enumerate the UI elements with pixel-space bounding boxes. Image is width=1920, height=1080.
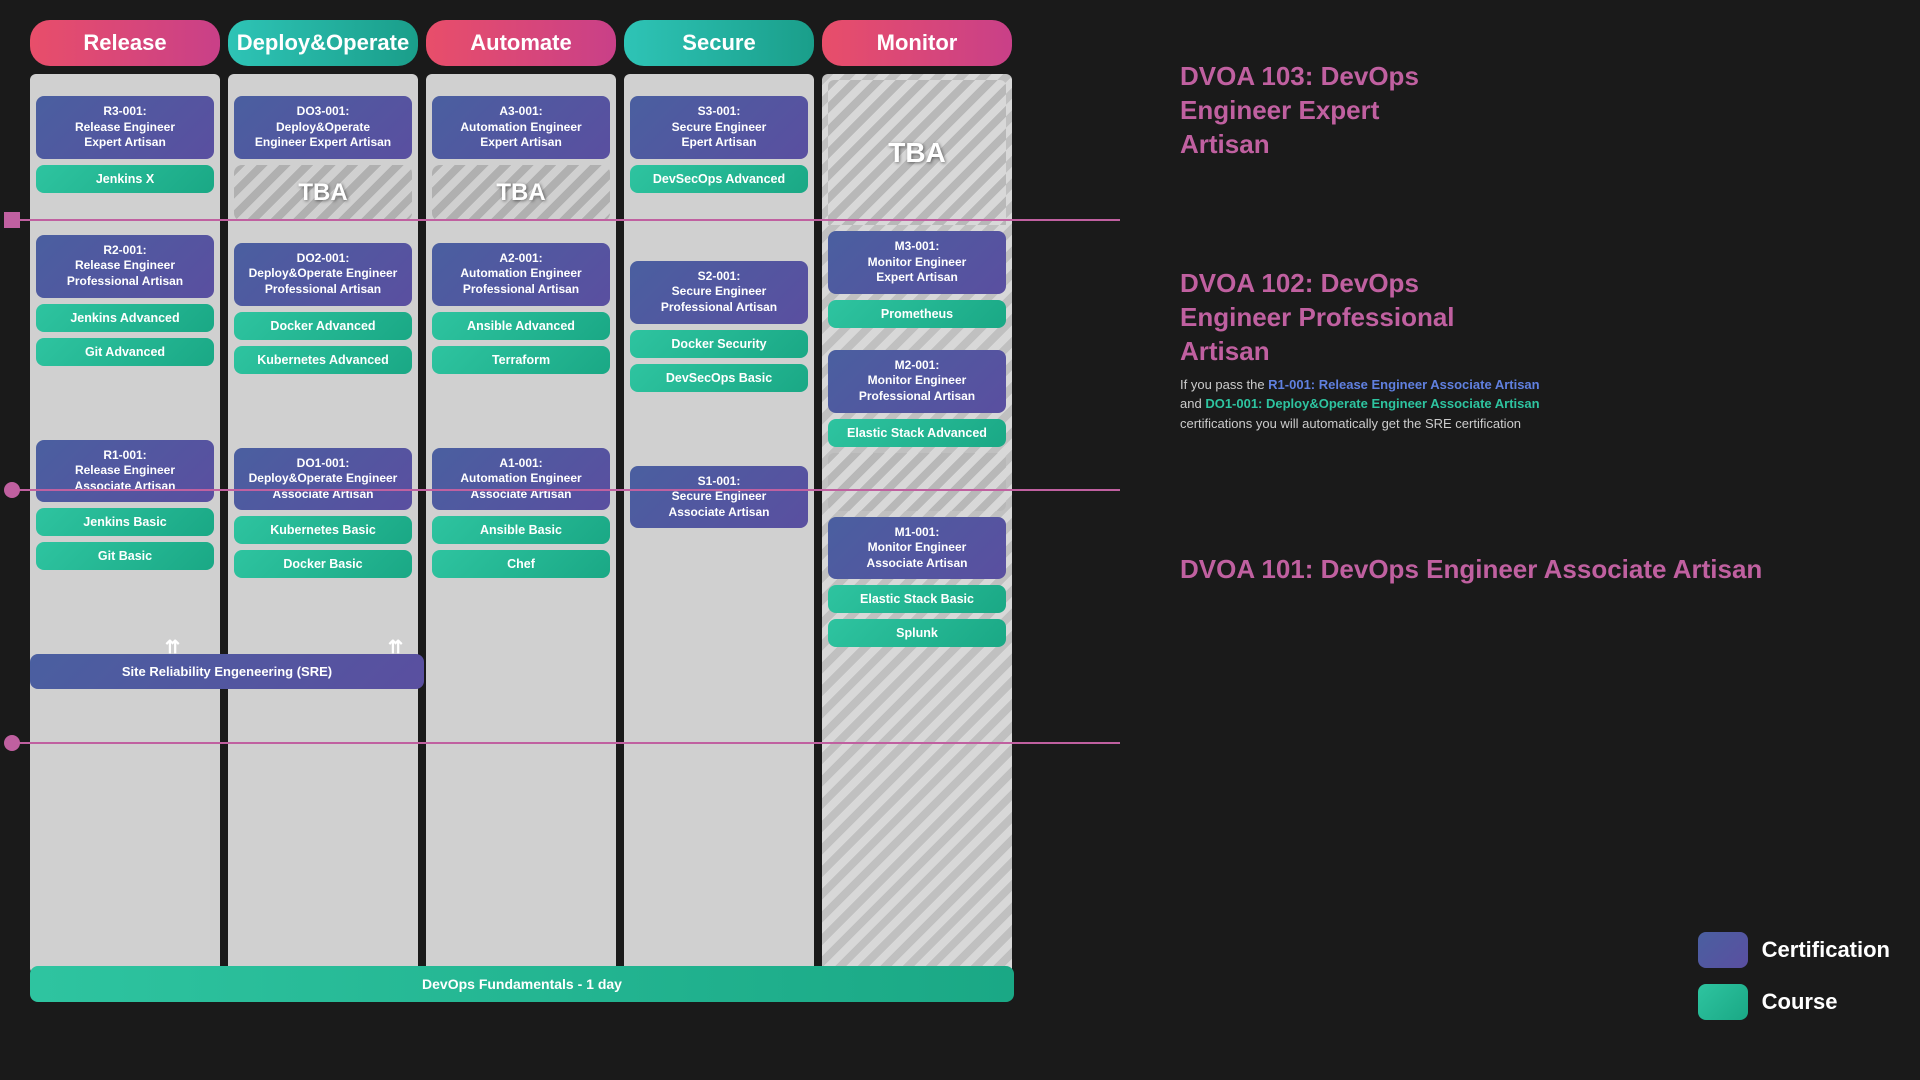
monitor-top-tba: TBA: [828, 80, 1006, 225]
course-devsecops-basic: DevSecOps Basic: [630, 364, 808, 392]
cert-do1: DO1-001: Deploy&Operate Engineer Associa…: [234, 448, 412, 511]
dvoa102-r1-ref: R1-001: Release Engineer Associate Artis…: [1268, 377, 1539, 392]
cert-m1: M1-001: Monitor Engineer Associate Artis…: [828, 517, 1006, 580]
column-automate: A3-001: Automation Engineer Expert Artis…: [426, 74, 616, 974]
main-container: Release Deploy&Operate Automate Secure M…: [0, 0, 1920, 1080]
course-splunk: Splunk: [828, 619, 1006, 647]
cert-r2: R2-001: Release Engineer Professional Ar…: [36, 235, 214, 298]
course-jenkins-advanced: Jenkins Advanced: [36, 304, 214, 332]
cert-a3: A3-001: Automation Engineer Expert Artis…: [432, 96, 610, 159]
course-git-advanced: Git Advanced: [36, 338, 214, 366]
dvoa103-entry: DVOA 103: DevOps Engineer Expert Artisan: [1180, 60, 1890, 167]
dvoa102-desc-prefix: If you pass the: [1180, 377, 1268, 392]
spacer-do3-top: [234, 80, 412, 90]
level3-dot: [4, 212, 20, 228]
cert-m2: M2-001: Monitor Engineer Professional Ar…: [828, 350, 1006, 413]
dvoa101-entry: DVOA 101: DevOps Engineer Associate Arti…: [1180, 553, 1890, 593]
course-docker-security: Docker Security: [630, 330, 808, 358]
dvoa102-desc: If you pass the R1-001: Release Engineer…: [1180, 375, 1560, 434]
course-kubernetes-advanced: Kubernetes Advanced: [234, 346, 412, 374]
cert-do2: DO2-001: Deploy&Operate Engineer Profess…: [234, 243, 412, 306]
level1-line: [12, 742, 1120, 744]
legend: Certification Course: [1698, 932, 1890, 1020]
arrow-up-release: ⇈: [165, 637, 180, 658]
spacer-r1-top: [36, 372, 214, 434]
monitor-mid-striped: [828, 453, 1006, 511]
legend-cert-box: [1698, 932, 1748, 968]
cert-s1: S1-001: Secure Engineer Associate Artisa…: [630, 466, 808, 529]
header-monitor: Monitor: [822, 20, 1012, 66]
dvoa102-suffix: certifications you will automatically ge…: [1180, 416, 1521, 431]
cert-r3: R3-001: Release Engineer Expert Artisan: [36, 96, 214, 159]
sre-box: Site Reliability Engeneering (SRE): [30, 654, 424, 689]
spacer-do2-top: [234, 227, 412, 237]
course-chef: Chef: [432, 550, 610, 578]
spacer-r3-top: [36, 80, 214, 90]
header-secure: Secure: [624, 20, 814, 66]
cert-m3: M3-001: Monitor Engineer Expert Artisan: [828, 231, 1006, 294]
header-release: Release: [30, 20, 220, 66]
legend-cert-label: Certification: [1762, 937, 1890, 963]
course-docker-advanced: Docker Advanced: [234, 312, 412, 340]
dvoa101-title: DVOA 101: DevOps Engineer Associate Arti…: [1180, 553, 1890, 587]
course-elastic-stack-advanced: Elastic Stack Advanced: [828, 419, 1006, 447]
spacer-a2-top: [432, 227, 610, 237]
tba-monitor-top-label: TBA: [888, 137, 946, 169]
level1-dot: [4, 735, 20, 751]
level2-dot: [4, 482, 20, 498]
header-automate: Automate: [426, 20, 616, 66]
course-docker-basic: Docker Basic: [234, 550, 412, 578]
arrow-up-deploy: ⇈: [388, 637, 403, 658]
cert-s3: S3-001: Secure Engineer Epert Artisan: [630, 96, 808, 159]
dvoa102-do1-ref: DO1-001: Deploy&Operate Engineer Associa…: [1205, 396, 1539, 411]
legend-course-label: Course: [1762, 989, 1838, 1015]
cert-s2: S2-001: Secure Engineer Professional Art…: [630, 261, 808, 324]
right-panel: DVOA 103: DevOps Engineer Expert Artisan…: [1120, 20, 1920, 1060]
spacer-m2-top: [828, 334, 1006, 344]
headers-row: Release Deploy&Operate Automate Secure M…: [20, 20, 1120, 66]
dvoa102-and: and: [1180, 396, 1205, 411]
tba-do3: TBA: [234, 165, 412, 221]
course-prometheus: Prometheus: [828, 300, 1006, 328]
column-release: R3-001: Release Engineer Expert Artisan …: [30, 74, 220, 974]
dvoa102-title: DVOA 102: DevOps Engineer Professional A…: [1180, 267, 1890, 368]
course-git-basic: Git Basic: [36, 542, 214, 570]
course-ansible-basic: Ansible Basic: [432, 516, 610, 544]
course-devsecops-advanced: DevSecOps Advanced: [630, 165, 808, 193]
course-terraform: Terraform: [432, 346, 610, 374]
fundamentals-bar: DevOps Fundamentals - 1 day: [30, 966, 1014, 1002]
cert-a2: A2-001: Automation Engineer Professional…: [432, 243, 610, 306]
column-deploy: DO3-001: Deploy&Operate Engineer Expert …: [228, 74, 418, 974]
spacer-s2-top: [630, 199, 808, 255]
legend-certification: Certification: [1698, 932, 1890, 968]
diagram-area: Release Deploy&Operate Automate Secure M…: [20, 20, 1120, 1060]
spacer-s1-top: [630, 398, 808, 460]
level2-line: [12, 489, 1120, 491]
spacer-r2-top: [36, 199, 214, 229]
dvoa102-entry: DVOA 102: DevOps Engineer Professional A…: [1180, 267, 1890, 453]
cert-do3: DO3-001: Deploy&Operate Engineer Expert …: [234, 96, 412, 159]
cert-a1: A1-001: Automation Engineer Associate Ar…: [432, 448, 610, 511]
spacer-a3-top: [432, 80, 610, 90]
course-jenkins-x: Jenkins X: [36, 165, 214, 193]
spacer-s3-top: [630, 80, 808, 90]
course-ansible-advanced: Ansible Advanced: [432, 312, 610, 340]
dvoa103-title: DVOA 103: DevOps Engineer Expert Artisan: [1180, 60, 1890, 161]
spacer-do1-top: [234, 380, 412, 442]
course-kubernetes-basic: Kubernetes Basic: [234, 516, 412, 544]
course-jenkins-basic: Jenkins Basic: [36, 508, 214, 536]
cert-r1: R1-001: Release Engineer Associate Artis…: [36, 440, 214, 503]
legend-course: Course: [1698, 984, 1890, 1020]
header-deploy: Deploy&Operate: [228, 20, 418, 66]
spacer-a1-top: [432, 380, 610, 442]
column-secure: S3-001: Secure Engineer Epert Artisan De…: [624, 74, 814, 974]
tba-a3: TBA: [432, 165, 610, 221]
column-monitor: TBA M3-001: Monitor Engineer Expert Arti…: [822, 74, 1012, 974]
course-elastic-stack-basic: Elastic Stack Basic: [828, 585, 1006, 613]
level3-line: [12, 219, 1120, 221]
legend-course-box: [1698, 984, 1748, 1020]
